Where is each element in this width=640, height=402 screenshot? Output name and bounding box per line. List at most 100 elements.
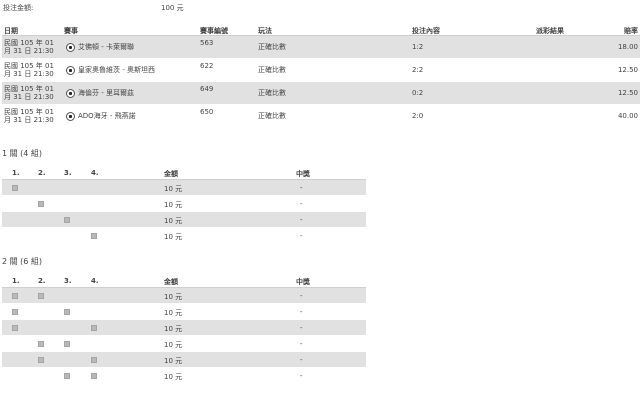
soccer-ball-icon [66, 89, 75, 98]
combo-row: 10 元 - [2, 228, 366, 244]
match-code: 622 [200, 62, 214, 70]
combo2-title: 2 關 (6 組) [2, 257, 43, 266]
soccer-ball-icon [66, 66, 75, 75]
combo-amount: 10 元 [164, 325, 183, 333]
combo1-header: 1. 2. 3. 4. 金額 中獎 [2, 167, 366, 180]
combo-row: 10 元 - [2, 352, 366, 368]
combo-amount: 10 元 [164, 233, 183, 241]
selection-mark-icon [64, 217, 70, 223]
combo-win: - [300, 184, 303, 192]
combo-win: - [300, 232, 303, 240]
match-date: 民國 105 年 01 月 31 日 21:30 [4, 39, 54, 55]
combo-row: 10 元 - [2, 368, 366, 384]
match-table-header: 日期 賽事 賽事編號 玩法 投注內容 派彩結果 賠率 [2, 24, 640, 36]
match-bet: 0:2 [412, 89, 424, 97]
combo-win: - [300, 292, 303, 300]
selection-mark-icon [12, 309, 18, 315]
header-match: 賽事 [64, 27, 78, 35]
combo1-title: 1 關 (4 組) [2, 149, 43, 158]
combo1-header-amount: 金額 [164, 170, 178, 178]
combo-win: - [300, 216, 303, 224]
match-odds: 12.50 [617, 66, 638, 74]
selection-mark-icon [38, 293, 44, 299]
combo-amount: 10 元 [164, 217, 183, 225]
combo2-rows: 10 元 - 10 元 - 10 元 - 10 元 - 10 元 - 10 元 - [2, 288, 366, 384]
selection-mark-icon [12, 293, 18, 299]
combo-amount: 10 元 [164, 185, 183, 193]
combo2-header: 1. 2. 3. 4. 金額 中獎 [2, 275, 366, 288]
combo1-header-c2: 2. [38, 169, 46, 177]
selection-mark-icon [12, 185, 18, 191]
match-row: 民國 105 年 01 月 31 日 21:30 皇家奧魯維茨 - 奧斯坦西 622… [2, 59, 640, 82]
match-bet: 2:0 [412, 112, 424, 120]
match-teams: 皇家奧魯維茨 - 奧斯坦西 [78, 66, 155, 74]
combo2-table: 1. 2. 3. 4. 金額 中獎 10 元 - 10 元 - 10 元 - 10 元 - 10… [2, 275, 366, 384]
combo2-header-c4: 4. [91, 277, 99, 285]
selection-mark-icon [64, 309, 70, 315]
selection-mark-icon [38, 201, 44, 207]
combo1-header-c1: 1. [12, 169, 20, 177]
combo-win: - [300, 200, 303, 208]
match-teams: 艾佛頓 - 卡萊爾聯 [78, 43, 134, 51]
selection-mark-icon [91, 325, 97, 331]
header-bet: 投注內容 [412, 27, 440, 35]
combo1-rows: 10 元 - 10 元 - 10 元 - 10 元 - [2, 180, 366, 244]
match-code: 649 [200, 85, 214, 93]
match-date: 民國 105 年 01 月 31 日 21:30 [4, 85, 54, 101]
combo-amount: 10 元 [164, 293, 183, 301]
match-play: 正確比數 [258, 43, 286, 51]
selection-mark-icon [64, 341, 70, 347]
combo1-header-c4: 4. [91, 169, 99, 177]
selection-mark-icon [38, 357, 44, 363]
match-teams: 海倫芬 - 里耳爾茲 [78, 89, 134, 97]
combo-row: 10 元 - [2, 320, 366, 336]
match-code: 563 [200, 39, 214, 47]
combo-amount: 10 元 [164, 201, 183, 209]
selection-mark-icon [91, 233, 97, 239]
match-teams: ADO海牙 - 飛燕諾 [78, 112, 136, 120]
match-row: 民國 105 年 01 月 31 日 21:30 海倫芬 - 里耳爾茲 649 正確比… [2, 82, 640, 105]
bet-amount-row: 投注金額: 100 元 [3, 3, 303, 13]
combo-amount: 10 元 [164, 309, 183, 317]
match-rows: 民國 105 年 01 月 31 日 21:30 艾佛頓 - 卡萊爾聯 563 正確比… [2, 36, 640, 128]
match-code: 650 [200, 108, 214, 116]
combo1-header-win: 中獎 [296, 170, 310, 178]
match-play: 正確比數 [258, 89, 286, 97]
header-date: 日期 [4, 27, 18, 35]
combo2-header-c1: 1. [12, 277, 20, 285]
combo-row: 10 元 - [2, 288, 366, 304]
match-bet: 2:2 [412, 66, 424, 74]
combo-amount: 10 元 [164, 357, 183, 365]
combo1-table: 1. 2. 3. 4. 金額 中獎 10 元 - 10 元 - 10 元 - 10 元 - [2, 167, 366, 244]
combo2-header-c3: 3. [64, 277, 72, 285]
bet-amount-value: 100 元 [161, 4, 184, 12]
soccer-ball-icon [66, 43, 75, 52]
selection-mark-icon [12, 325, 18, 331]
combo2-header-amount: 金額 [164, 278, 178, 286]
combo-row: 10 元 - [2, 336, 366, 352]
selection-mark-icon [91, 373, 97, 379]
header-result: 派彩結果 [536, 27, 564, 35]
match-row: 民國 105 年 01 月 31 日 21:30 艾佛頓 - 卡萊爾聯 563 正確比… [2, 36, 640, 59]
selection-mark-icon [64, 373, 70, 379]
match-date: 民國 105 年 01 月 31 日 21:30 [4, 108, 54, 124]
match-odds: 40.00 [617, 112, 638, 120]
combo-amount: 10 元 [164, 373, 183, 381]
header-code: 賽事編號 [200, 27, 228, 35]
combo-win: - [300, 356, 303, 364]
combo2-header-win: 中獎 [296, 278, 310, 286]
header-play: 玩法 [258, 27, 272, 35]
combo-win: - [300, 308, 303, 316]
selection-mark-icon [91, 357, 97, 363]
combo-win: - [300, 340, 303, 348]
match-row: 民國 105 年 01 月 31 日 21:30 ADO海牙 - 飛燕諾 650 正確… [2, 105, 640, 128]
match-play: 正確比數 [258, 112, 286, 120]
combo2-header-c2: 2. [38, 277, 46, 285]
header-odds: 賠率 [624, 27, 638, 35]
combo1-header-c3: 3. [64, 169, 72, 177]
soccer-ball-icon [66, 112, 75, 121]
combo-row: 10 元 - [2, 180, 366, 196]
match-play: 正確比數 [258, 66, 286, 74]
match-odds: 18.00 [617, 43, 638, 51]
bet-amount-label: 投注金額: [3, 4, 34, 12]
